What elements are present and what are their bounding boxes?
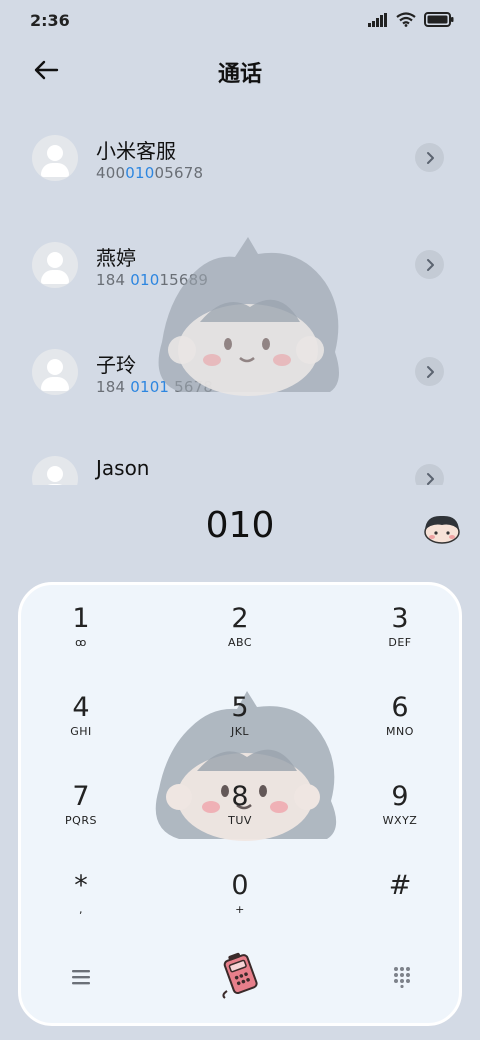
avatar <box>32 456 78 485</box>
contact-name: Jason <box>96 456 150 480</box>
contact-detail-button[interactable] <box>415 464 444 485</box>
key-7[interactable]: 7 PQRS <box>21 768 141 848</box>
voicemail-icon: ꝏ <box>75 636 87 649</box>
contact-detail-button[interactable] <box>415 143 444 172</box>
key-letters: , <box>79 903 83 916</box>
key-digit: 1 <box>72 603 90 634</box>
avatar <box>32 135 78 181</box>
key-letters: ABC <box>227 636 253 649</box>
key-hash[interactable]: # <box>340 857 459 937</box>
key-2[interactable]: 2 ABC <box>180 590 300 670</box>
status-time: 2:36 <box>30 11 70 30</box>
contact-number: 40001005678 <box>96 164 204 182</box>
dialed-number: 010 <box>205 505 275 546</box>
key-0[interactable]: 0 + <box>180 857 300 937</box>
keypad: 1 ꝏ 2 ABC 3 DEF 4 GHI 5 JKL 6 MNO 7 PQRS… <box>18 582 462 1026</box>
key-4[interactable]: 4 GHI <box>21 679 141 759</box>
contact-row[interactable]: 燕婷 184 01015689 <box>0 212 480 319</box>
status-icons <box>368 12 454 27</box>
battery-icon <box>424 12 454 27</box>
key-digit: # <box>388 870 412 901</box>
contact-row[interactable]: 小米客服 40001005678 <box>0 105 480 212</box>
key-6[interactable]: 6 MNO <box>340 679 459 759</box>
avatar <box>32 242 78 288</box>
key-digit: 8 <box>231 781 249 812</box>
menu-icon <box>72 970 90 985</box>
key-letters: WXYZ <box>382 814 418 827</box>
chevron-right-icon <box>426 365 434 378</box>
key-digit: 2 <box>231 603 249 634</box>
key-letters: PQRS <box>65 814 97 827</box>
contact-row[interactable]: 子玲 184 0101 5678 <box>0 319 480 426</box>
key-letters: MNO <box>386 725 414 738</box>
key-8[interactable]: 8 TUV <box>180 768 300 848</box>
key-letters: DEF <box>388 636 412 649</box>
avatar <box>32 349 78 395</box>
dialpad-toggle-button[interactable] <box>382 957 422 997</box>
key-letters: TUV <box>228 814 252 827</box>
chevron-right-icon <box>426 258 434 271</box>
key-digit: 3 <box>391 603 409 634</box>
contact-number: 184 01015689 <box>96 271 209 289</box>
wifi-icon <box>396 12 416 27</box>
call-button[interactable] <box>217 949 265 1001</box>
key-5[interactable]: 5 JKL <box>180 679 300 759</box>
key-digit: 4 <box>72 692 90 723</box>
chevron-right-icon <box>426 151 434 164</box>
key-9[interactable]: 9 WXYZ <box>340 768 459 848</box>
key-letters: + <box>235 903 245 916</box>
chevron-right-icon <box>426 472 434 485</box>
key-3[interactable]: 3 DEF <box>340 590 459 670</box>
key-letters: GHI <box>70 725 92 738</box>
key-1[interactable]: 1 ꝏ <box>21 590 141 670</box>
key-digit: 0 <box>231 870 249 901</box>
contact-name: 燕婷 <box>96 246 136 270</box>
mascot-avatar-button[interactable] <box>422 511 462 545</box>
key-letters: JKL <box>230 725 250 738</box>
dialpad-icon <box>394 967 410 988</box>
contact-name: 子玲 <box>96 353 136 377</box>
menu-button[interactable] <box>61 957 101 997</box>
status-bar: 2:36 <box>0 0 480 40</box>
contact-row[interactable]: Jason <box>0 426 480 485</box>
contact-detail-button[interactable] <box>415 357 444 386</box>
phone-call-icon <box>222 952 258 999</box>
key-digit: 7 <box>72 781 90 812</box>
key-digit: 5 <box>231 692 249 723</box>
key-star[interactable]: * , <box>21 857 141 937</box>
signal-icon <box>368 12 387 27</box>
contact-name: 小米客服 <box>96 139 176 163</box>
contact-list: 小米客服 40001005678 燕婷 184 01015689 子玲 184 … <box>0 105 480 485</box>
key-digit: 6 <box>391 692 409 723</box>
page-title: 通话 <box>217 62 262 87</box>
key-digit: 9 <box>391 781 409 812</box>
contact-number: 184 0101 5678 <box>96 378 214 396</box>
key-digit: * <box>74 870 88 901</box>
mascot-face-icon <box>424 515 460 544</box>
contact-detail-button[interactable] <box>415 250 444 279</box>
